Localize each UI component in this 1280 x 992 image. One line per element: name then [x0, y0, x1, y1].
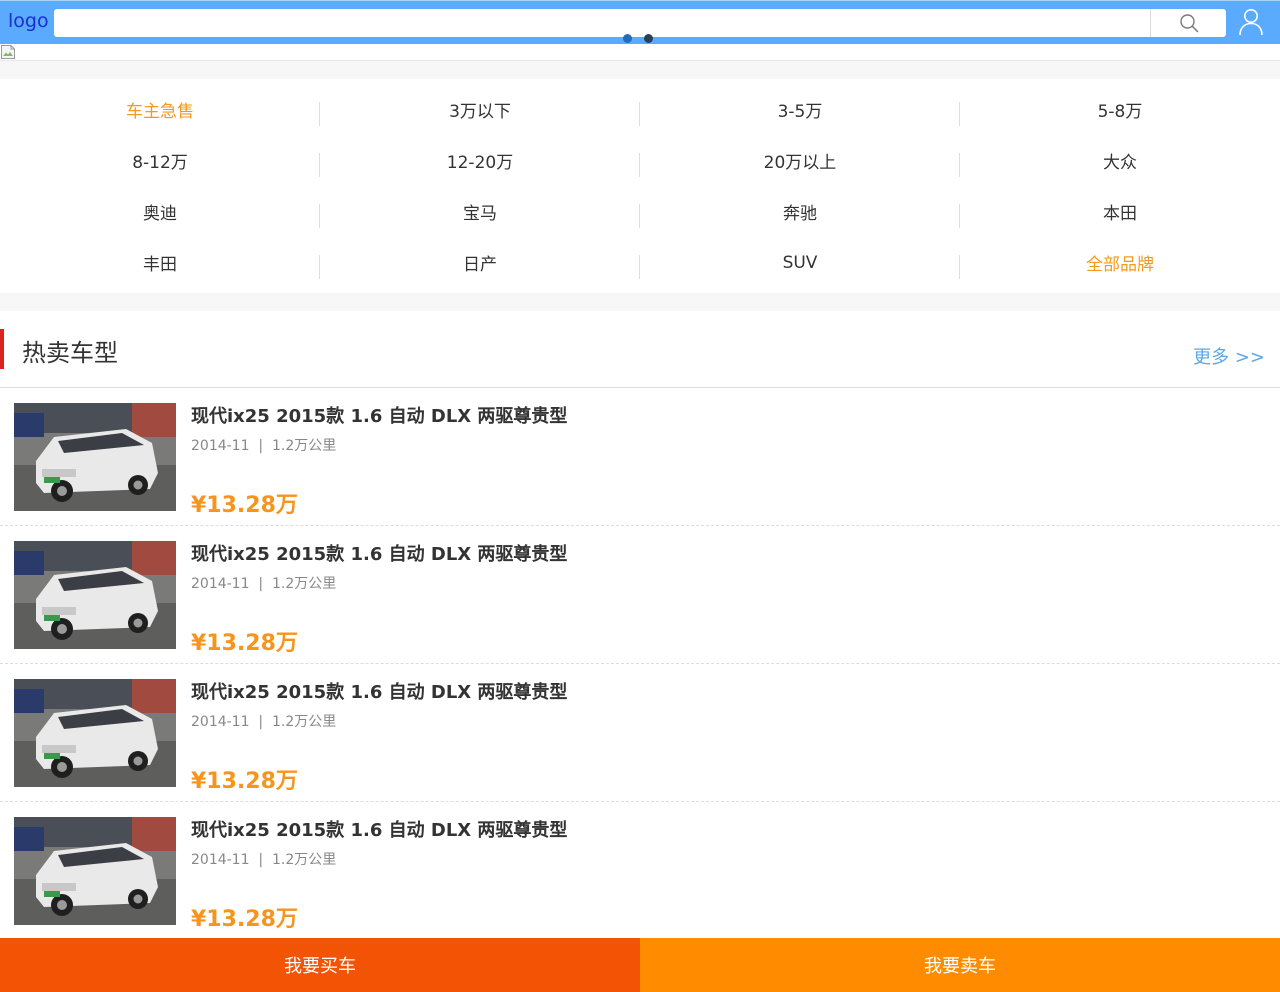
- search-icon: [1179, 14, 1198, 33]
- section-gap: [0, 61, 1280, 79]
- buy-car-button[interactable]: 我要买车: [0, 938, 640, 992]
- car-photo: [14, 403, 176, 511]
- category-grid: 车主急售 3万以下 3-5万 5-8万 8-12万 12-20万 20万以上 大…: [0, 79, 1280, 293]
- car-list-item[interactable]: 现代ix25 2015款 1.6 自动 DLX 两驱尊贵型 2014-11 | …: [0, 802, 1280, 940]
- car-title[interactable]: 现代ix25 2015款 1.6 自动 DLX 两驱尊贵型: [191, 816, 567, 842]
- section-title: 热卖车型: [22, 339, 118, 367]
- category-item[interactable]: SUV: [640, 237, 960, 288]
- car-price: ¥13.28万: [191, 769, 298, 794]
- section-gap: [0, 293, 1280, 311]
- category-row: 车主急售 3万以下 3-5万 5-8万: [0, 84, 1280, 135]
- car-thumbnail[interactable]: [14, 817, 176, 925]
- car-meta: 2014-11 | 1.2万公里: [191, 576, 337, 592]
- category-row: 奥迪 宝马 奔驰 本田: [0, 186, 1280, 237]
- car-thumbnail[interactable]: [14, 541, 176, 649]
- category-item[interactable]: 车主急售: [0, 84, 320, 135]
- car-thumbnail[interactable]: [14, 679, 176, 787]
- search-button[interactable]: [1150, 9, 1226, 37]
- category-item[interactable]: 5-8万: [960, 84, 1280, 135]
- category-item[interactable]: 宝马: [320, 186, 640, 237]
- car-photo: [14, 541, 176, 649]
- car-title[interactable]: 现代ix25 2015款 1.6 自动 DLX 两驱尊贵型: [191, 678, 567, 704]
- carousel-dot[interactable]: [623, 34, 632, 43]
- car-photo: [14, 679, 176, 787]
- car-price: ¥13.28万: [191, 631, 298, 656]
- car-meta: 2014-11 | 1.2万公里: [191, 852, 337, 868]
- logo[interactable]: logo: [8, 10, 49, 32]
- car-thumbnail[interactable]: [14, 403, 176, 511]
- category-item[interactable]: 20万以上: [640, 135, 960, 186]
- car-price: ¥13.28万: [191, 907, 298, 932]
- car-title[interactable]: 现代ix25 2015款 1.6 自动 DLX 两驱尊贵型: [191, 402, 567, 428]
- hot-section-header: 热卖车型 更多 >>: [0, 311, 1280, 388]
- carousel-dot-active[interactable]: [644, 34, 653, 43]
- car-title[interactable]: 现代ix25 2015款 1.6 自动 DLX 两驱尊贵型: [191, 540, 567, 566]
- car-list-item[interactable]: 现代ix25 2015款 1.6 自动 DLX 两驱尊贵型 2014-11 | …: [0, 664, 1280, 802]
- car-price: ¥13.28万: [191, 493, 298, 518]
- car-list-item[interactable]: 现代ix25 2015款 1.6 自动 DLX 两驱尊贵型 2014-11 | …: [0, 388, 1280, 526]
- category-item[interactable]: 奔驰: [640, 186, 960, 237]
- category-item[interactable]: 日产: [320, 237, 640, 288]
- category-row: 8-12万 12-20万 20万以上 大众: [0, 135, 1280, 186]
- category-item[interactable]: 本田: [960, 186, 1280, 237]
- car-meta: 2014-11 | 1.2万公里: [191, 714, 337, 730]
- category-item[interactable]: 3万以下: [320, 84, 640, 135]
- more-link[interactable]: 更多 >>: [1193, 343, 1265, 369]
- car-photo: [14, 817, 176, 925]
- car-list-item[interactable]: 现代ix25 2015款 1.6 自动 DLX 两驱尊贵型 2014-11 | …: [0, 526, 1280, 664]
- category-item[interactable]: 3-5万: [640, 84, 960, 135]
- category-item[interactable]: 8-12万: [0, 135, 320, 186]
- sell-car-button[interactable]: 我要卖车: [640, 938, 1280, 992]
- category-row: 丰田 日产 SUV 全部品牌: [0, 237, 1280, 288]
- category-item[interactable]: 奥迪: [0, 186, 320, 237]
- user-button[interactable]: [1237, 7, 1265, 37]
- category-item[interactable]: 全部品牌: [960, 237, 1280, 288]
- search-input[interactable]: [54, 9, 1150, 37]
- category-item[interactable]: 12-20万: [320, 135, 640, 186]
- search-box: [54, 9, 1226, 37]
- bottom-action-bar: 我要买车 我要卖车: [0, 938, 1280, 992]
- carousel-dots: [623, 34, 653, 44]
- user-icon: [1239, 9, 1263, 36]
- category-item[interactable]: 大众: [960, 135, 1280, 186]
- page: logo 车主急售 3万以下 3-5万 5-8万 8-12万 12-20万 20…: [0, 0, 1280, 992]
- car-meta: 2014-11 | 1.2万公里: [191, 438, 337, 454]
- top-bar: logo: [0, 0, 1280, 44]
- section-accent-bar: [0, 329, 4, 369]
- broken-image-icon: [1, 45, 15, 59]
- category-item[interactable]: 丰田: [0, 237, 320, 288]
